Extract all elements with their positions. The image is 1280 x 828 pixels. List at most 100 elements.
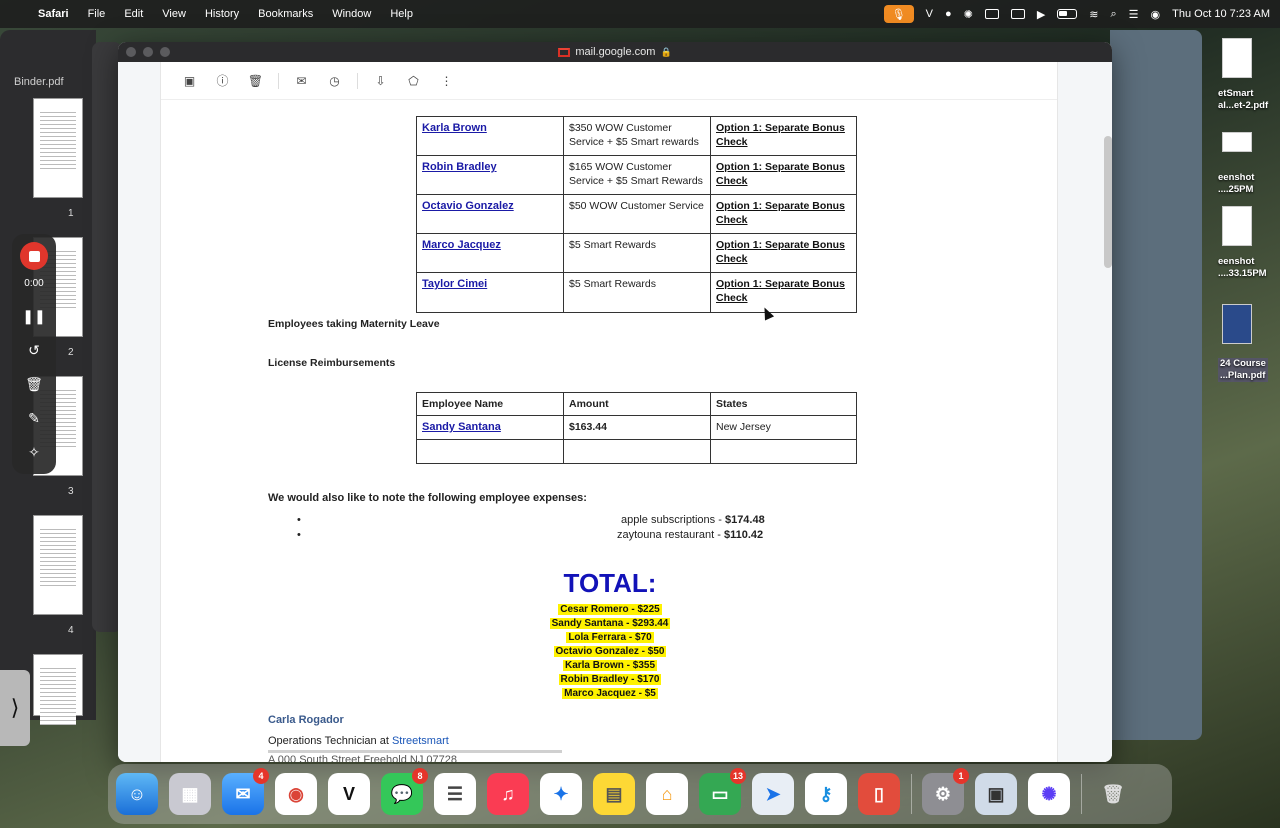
zoom-window-button[interactable]	[160, 47, 170, 57]
window-controls	[126, 47, 170, 57]
notes-icon[interactable]: ▤	[593, 773, 635, 815]
display-icon[interactable]	[1010, 9, 1025, 19]
pdf-window-title: Binder.pdf	[14, 76, 64, 88]
total-line: Marco Jacquez - $5	[161, 688, 1057, 699]
menu-window[interactable]: Window	[332, 8, 371, 20]
apple-menu-icon[interactable]	[10, 6, 26, 22]
mail-icon[interactable]: ✉ 4	[222, 768, 269, 815]
menu-bookmarks[interactable]: Bookmarks	[258, 8, 313, 20]
dock-divider	[911, 774, 912, 814]
employee-link[interactable]: Taylor Cimei	[422, 278, 487, 290]
messages-icon[interactable]: 💬 8	[381, 768, 428, 815]
window-icon[interactable]	[984, 9, 999, 19]
pause-icon[interactable]: ❚❚	[19, 299, 49, 333]
menu-view[interactable]: View	[162, 8, 186, 20]
delete-icon[interactable]: 🗑	[239, 69, 272, 93]
passwords-icon[interactable]: ⚷	[805, 773, 847, 815]
table-row	[416, 439, 857, 464]
vertical-scrollbar[interactable]	[1104, 136, 1112, 268]
desktop-file-label[interactable]: eenshot ....33.15PM	[1218, 256, 1267, 280]
google-chat-icon[interactable]: ▭ 13	[699, 768, 746, 815]
file-thumbnail[interactable]	[1222, 132, 1252, 152]
bonus-option: Option 1: Separate Bonus Check	[716, 200, 845, 226]
table-row: Marco Jacquez $5 Smart Rewards Option 1:…	[416, 233, 857, 273]
email-message: ▣ ⓘ 🗑 ✉ ◷ ⇩ ⬠ ⋮ Karla Brown $350 WOW Cus…	[160, 62, 1058, 762]
reminders-icon[interactable]: ☰	[434, 773, 476, 815]
brightness-icon[interactable]: ✺	[964, 8, 973, 21]
total-text: Sandy Santana - $293.44	[549, 618, 671, 629]
preview-icon[interactable]: ▣	[975, 773, 1017, 815]
move-to-icon[interactable]: ⇩	[364, 69, 397, 93]
desktop-file-label[interactable]: eenshot ....25PM	[1218, 172, 1254, 196]
column-header: States	[710, 392, 857, 416]
more-options-icon[interactable]: ⋮	[430, 69, 463, 93]
menu-app-safari[interactable]: Safari	[38, 8, 69, 20]
play-icon[interactable]: ▶	[1037, 8, 1045, 21]
vectorworks-icon[interactable]: V	[926, 8, 933, 20]
address-bar[interactable]: mail.google.com 🔒	[558, 46, 672, 58]
menu-history[interactable]: History	[205, 8, 239, 20]
battery-icon[interactable]	[1057, 9, 1078, 19]
iphone-mirroring-icon[interactable]: ▯	[858, 773, 900, 815]
pdf-page-thumbnail[interactable]	[33, 98, 83, 198]
effects-icon[interactable]: ✧	[19, 435, 49, 469]
file-thumbnail[interactable]	[1222, 38, 1252, 78]
chat-badge: 13	[729, 768, 746, 784]
chrome-icon[interactable]: ◉	[275, 773, 317, 815]
report-spam-icon[interactable]: ⓘ	[206, 69, 239, 93]
label-icon[interactable]: ⬠	[397, 69, 430, 93]
minimize-window-button[interactable]	[143, 47, 153, 57]
file-thumbnail[interactable]	[1222, 206, 1252, 246]
table-cell: Option 1: Separate Bonus Check	[710, 194, 857, 234]
stop-recording-button[interactable]	[20, 242, 48, 270]
perplexity-icon[interactable]: ✺	[1028, 773, 1070, 815]
pdf-page-thumbnail[interactable]	[33, 654, 83, 725]
home-icon[interactable]: ⌂	[646, 773, 688, 815]
pen-icon[interactable]: ✎	[19, 401, 49, 435]
company-link[interactable]: Streetsmart	[392, 735, 449, 747]
menu-file[interactable]: File	[88, 8, 106, 20]
finder-icon[interactable]: ☺	[116, 773, 158, 815]
desktop-file-label[interactable]: etSmart al...et-2.pdf	[1218, 88, 1268, 112]
launchpad-icon[interactable]: ▦	[169, 773, 211, 815]
bonus-option: Option 1: Separate Bonus Check	[716, 278, 845, 304]
control-center-icon[interactable]: ☰	[1129, 8, 1139, 21]
menu-bar: Safari File Edit View History Bookmarks …	[0, 0, 1280, 28]
archive-icon[interactable]: ▣	[173, 69, 206, 93]
employee-link[interactable]: Sandy Santana	[422, 421, 501, 433]
safari-icon[interactable]: ✦	[540, 773, 582, 815]
signature-role-prefix: Operations Technician at	[268, 735, 392, 747]
pdf-page-thumbnail[interactable]	[33, 515, 83, 615]
music-icon[interactable]: ♫	[487, 773, 529, 815]
employee-link[interactable]: Robin Bradley	[422, 161, 497, 173]
trash-icon[interactable]: 🗑	[1092, 773, 1134, 815]
side-panel-handle[interactable]: ⟩	[0, 670, 30, 746]
employee-link[interactable]: Marco Jacquez	[422, 239, 501, 251]
menu-edit[interactable]: Edit	[124, 8, 143, 20]
desktop-file-label[interactable]: 24 Course ...Plan.pdf	[1218, 358, 1268, 382]
expense-amount: $174.48	[724, 514, 765, 526]
file-thumbnail[interactable]	[1222, 304, 1252, 344]
expense-item: zaytouna restaurant - $110.42	[617, 529, 763, 541]
microphone-icon[interactable]: 🎙	[883, 5, 914, 23]
horizontal-scrollbar[interactable]	[268, 750, 562, 753]
user-icon[interactable]: ●	[945, 8, 952, 20]
wifi-icon[interactable]: ≋	[1089, 8, 1098, 21]
siri-icon[interactable]: ◉	[1151, 8, 1161, 21]
mark-unread-icon[interactable]: ✉	[285, 69, 318, 93]
employee-link[interactable]: Karla Brown	[422, 122, 487, 134]
snooze-icon[interactable]: ◷	[318, 69, 351, 93]
close-window-button[interactable]	[126, 47, 136, 57]
search-icon[interactable]: ⌕	[1111, 8, 1117, 21]
messages-badge: 8	[412, 768, 428, 784]
clock[interactable]: Thu Oct 10 7:23 AM	[1172, 8, 1270, 20]
trash-icon[interactable]: 🗑	[19, 367, 49, 401]
license-table: Employee Name Amount States Sandy Santan…	[416, 392, 857, 464]
employee-link[interactable]: Octavio Gonzalez	[422, 200, 514, 212]
menu-help[interactable]: Help	[390, 8, 413, 20]
system-settings-icon[interactable]: ⚙ 1	[922, 768, 969, 815]
restart-icon[interactable]: ↺	[19, 333, 49, 367]
maps-icon[interactable]: ➤	[752, 773, 794, 815]
column-header: Employee Name	[416, 392, 564, 416]
vectorworks-icon[interactable]: V	[328, 773, 370, 815]
